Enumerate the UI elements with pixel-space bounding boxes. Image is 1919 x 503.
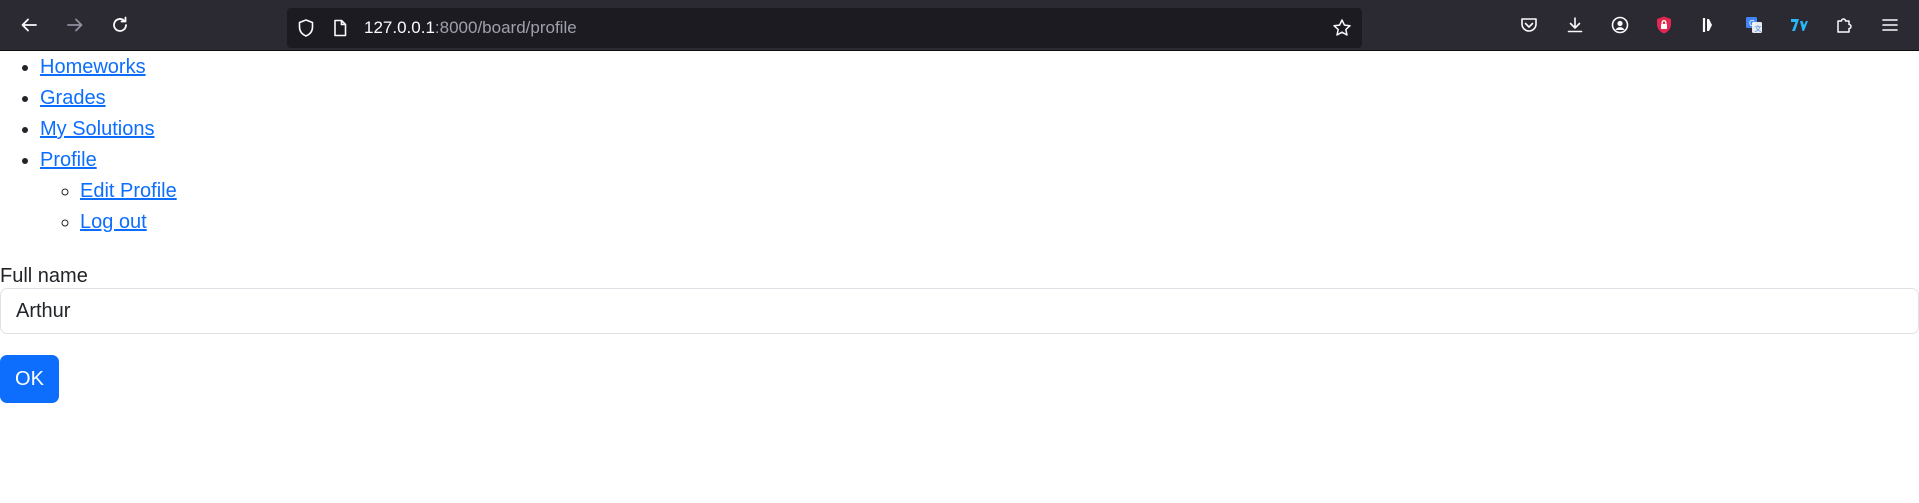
arrow-right-icon xyxy=(67,18,83,32)
seven-tv-icon xyxy=(1791,19,1808,31)
full-name-input[interactable] xyxy=(0,288,1919,334)
ok-button[interactable]: OK xyxy=(0,355,59,403)
arrow-left-icon xyxy=(21,18,37,32)
forward-button[interactable] xyxy=(61,11,89,39)
bracket-extension-button[interactable] xyxy=(1694,11,1722,39)
star-icon[interactable] xyxy=(1332,18,1352,38)
account-icon xyxy=(1611,16,1629,34)
url-bar[interactable]: 127.0.0.1:8000/board/profile xyxy=(287,8,1362,48)
page-content: Homeworks Grades My Solutions Profile Ed… xyxy=(0,52,1919,403)
grades-link[interactable]: Grades xyxy=(40,87,106,109)
svg-text:文: 文 xyxy=(1755,24,1762,33)
tv-extension-button[interactable] xyxy=(1785,11,1813,39)
downloads-button[interactable] xyxy=(1561,11,1589,39)
puzzle-icon xyxy=(1837,18,1852,33)
full-name-label: Full name xyxy=(0,265,88,287)
edit-profile-link[interactable]: Edit Profile xyxy=(80,180,177,202)
url-host: 127.0.0.1 xyxy=(364,18,435,37)
submenu-item-log-out: Log out xyxy=(80,207,1919,238)
log-out-link[interactable]: Log out xyxy=(80,211,147,233)
shield-extension-button[interactable] xyxy=(1650,11,1678,39)
page-icon[interactable] xyxy=(330,18,350,38)
url-path: :8000/board/profile xyxy=(434,18,577,37)
bracket-extension-icon xyxy=(1702,18,1712,32)
submenu-item-edit-profile: Edit Profile xyxy=(80,176,1919,207)
red-shield-lock-icon xyxy=(1657,16,1671,34)
hamburger-menu-icon xyxy=(1882,19,1898,31)
nav-item-my-solutions: My Solutions xyxy=(40,114,1919,145)
extensions-button[interactable] xyxy=(1830,11,1858,39)
url-text[interactable]: 127.0.0.1:8000/board/profile xyxy=(364,8,577,48)
main-nav: Homeworks Grades My Solutions Profile Ed… xyxy=(0,52,1919,238)
nav-item-homeworks: Homeworks xyxy=(40,52,1919,83)
tracking-shield-icon[interactable] xyxy=(296,18,316,38)
pocket-icon xyxy=(1521,18,1537,32)
app-menu-button[interactable] xyxy=(1876,11,1904,39)
browser-toolbar: 127.0.0.1:8000/board/profile G文 xyxy=(0,0,1919,51)
account-button[interactable] xyxy=(1606,11,1634,39)
reload-button[interactable] xyxy=(106,11,134,39)
nav-item-profile: Profile Edit Profile Log out xyxy=(40,145,1919,238)
my-solutions-link[interactable]: My Solutions xyxy=(40,118,155,140)
download-icon xyxy=(1567,17,1583,33)
homeworks-link[interactable]: Homeworks xyxy=(40,56,146,78)
back-button[interactable] xyxy=(15,11,43,39)
translate-extension-button[interactable]: G文 xyxy=(1740,11,1768,39)
translate-icon: G文 xyxy=(1746,17,1762,33)
pocket-button[interactable] xyxy=(1515,11,1543,39)
nav-item-grades: Grades xyxy=(40,83,1919,114)
profile-submenu: Edit Profile Log out xyxy=(40,176,1919,238)
profile-link[interactable]: Profile xyxy=(40,149,97,171)
reload-icon xyxy=(113,16,127,32)
